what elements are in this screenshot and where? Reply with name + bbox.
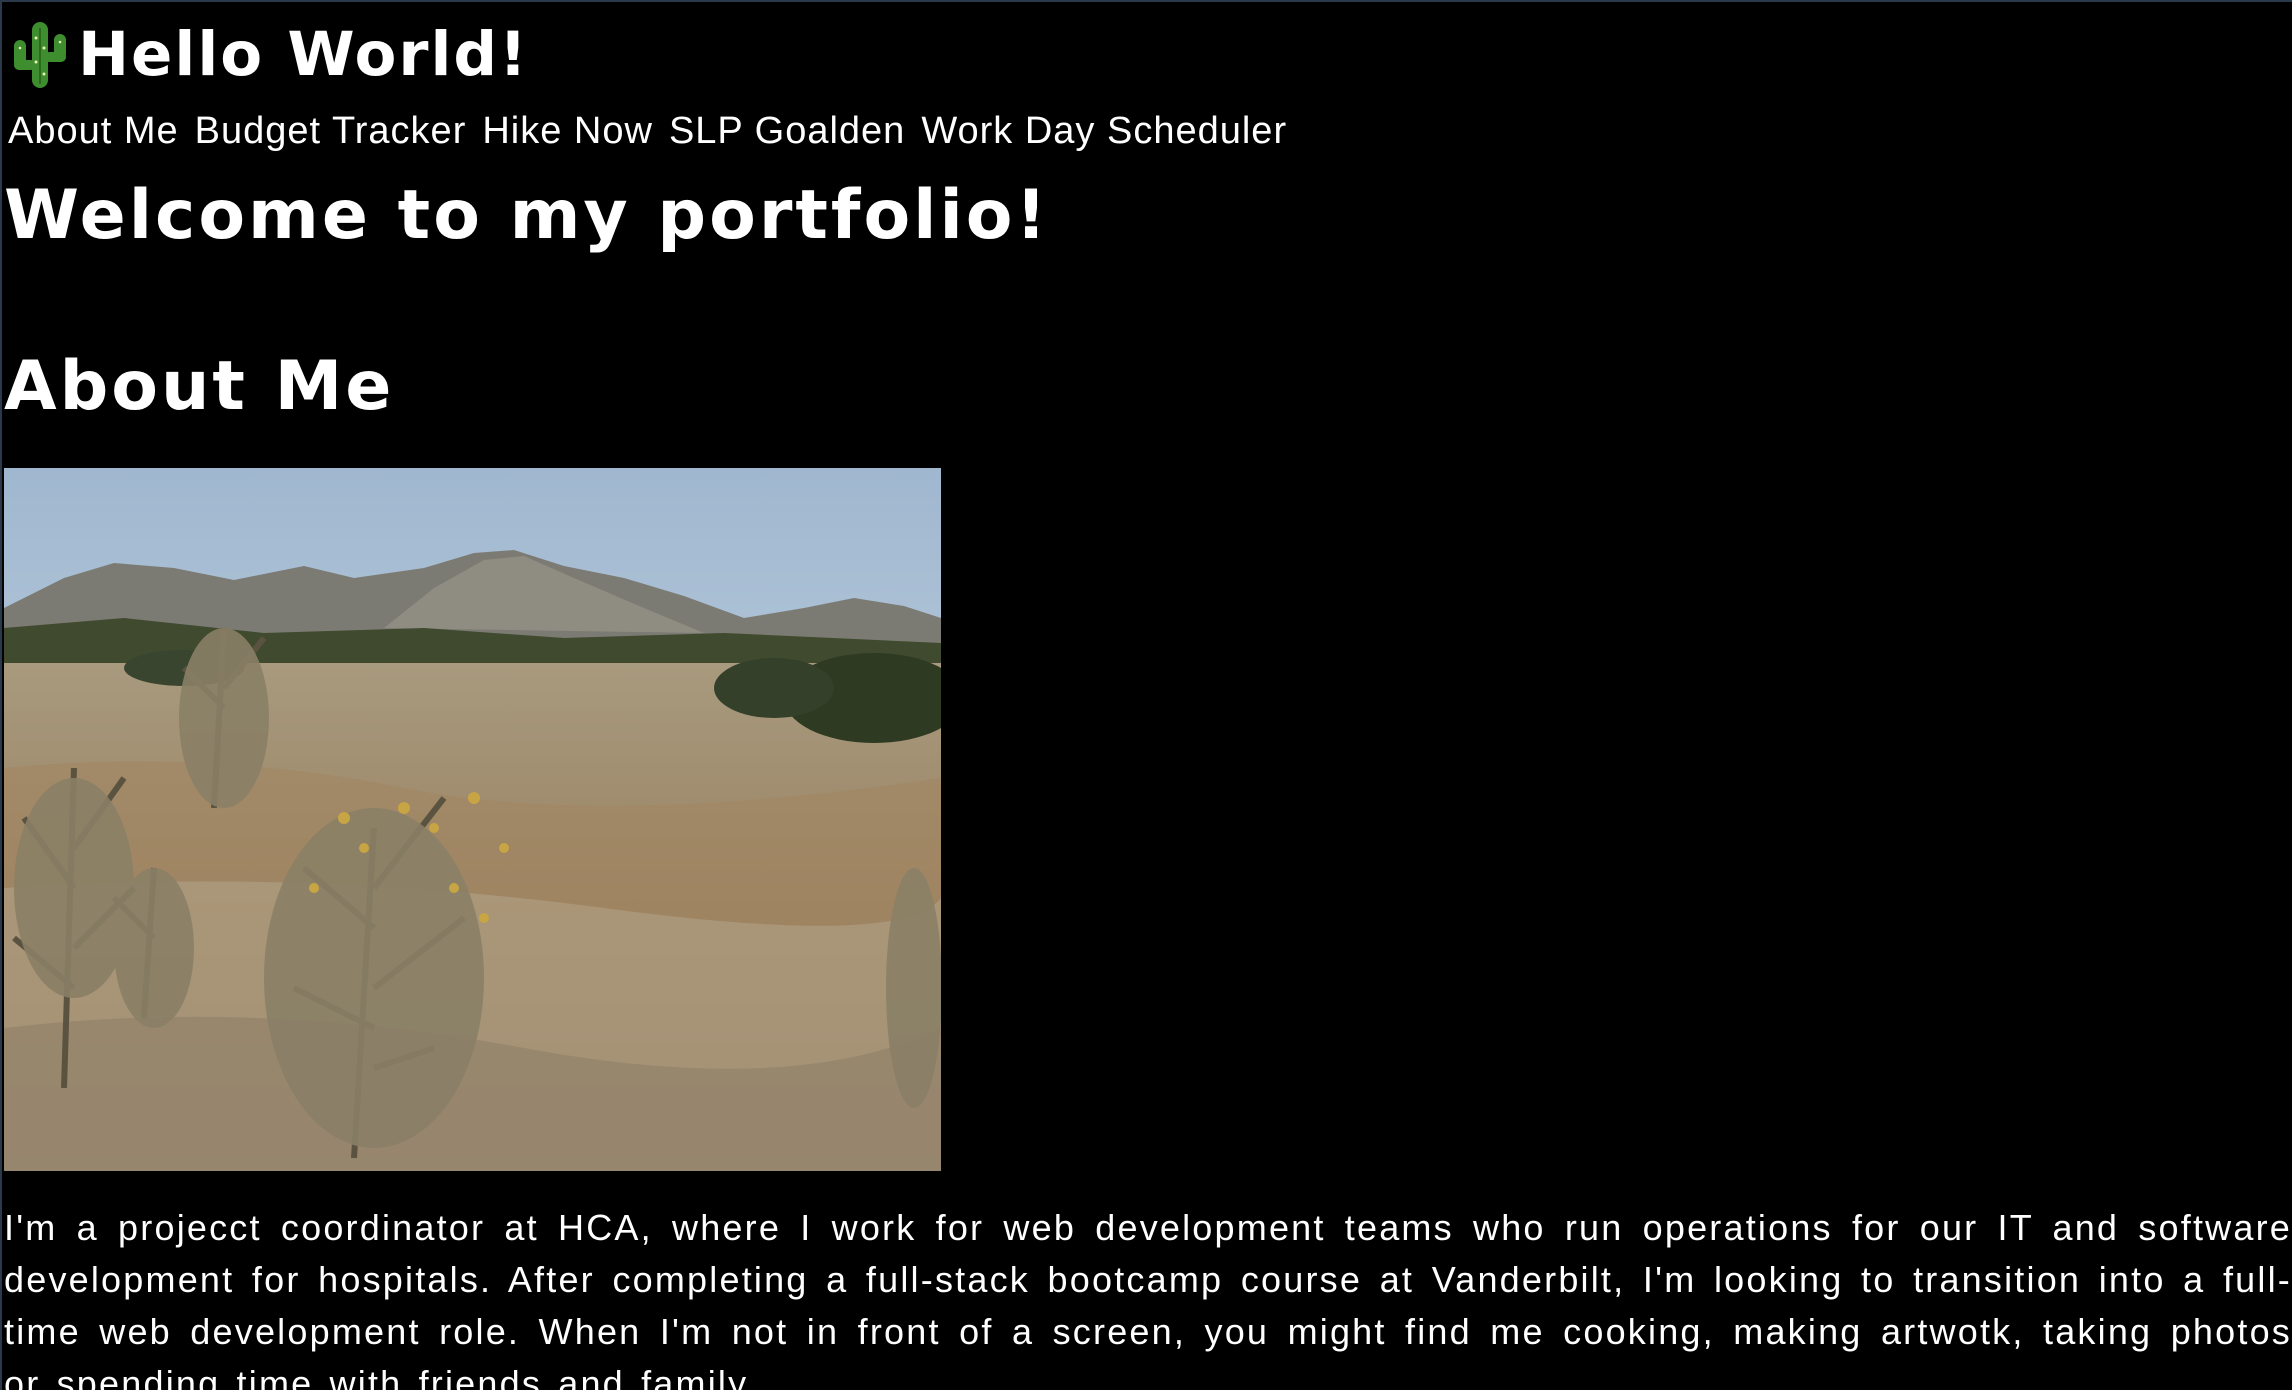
nav-link-hike-now[interactable]: Hike Now	[482, 110, 653, 153]
nav-link-budget-tracker[interactable]: Budget Tracker	[195, 110, 467, 153]
site-title-text: Hello World!	[78, 18, 529, 90]
main-nav: About Me Budget Tracker Hike Now SLP Goa…	[8, 110, 1303, 153]
nav-link-about-me[interactable]: About Me	[8, 110, 179, 153]
cactus-icon	[14, 22, 66, 88]
welcome-heading: Welcome to my portfolio!	[4, 176, 1050, 255]
about-me-bio: I'm a projecct coordinator at HCA, where…	[4, 1207, 2292, 1390]
about-heading: About Me	[4, 347, 395, 426]
nav-link-work-day-scheduler[interactable]: Work Day Scheduler	[921, 110, 1287, 153]
site-title: Hello World!	[8, 16, 529, 92]
cactus-landscape-photo	[4, 468, 941, 1171]
nav-link-slp-goalden[interactable]: SLP Goalden	[669, 110, 905, 153]
